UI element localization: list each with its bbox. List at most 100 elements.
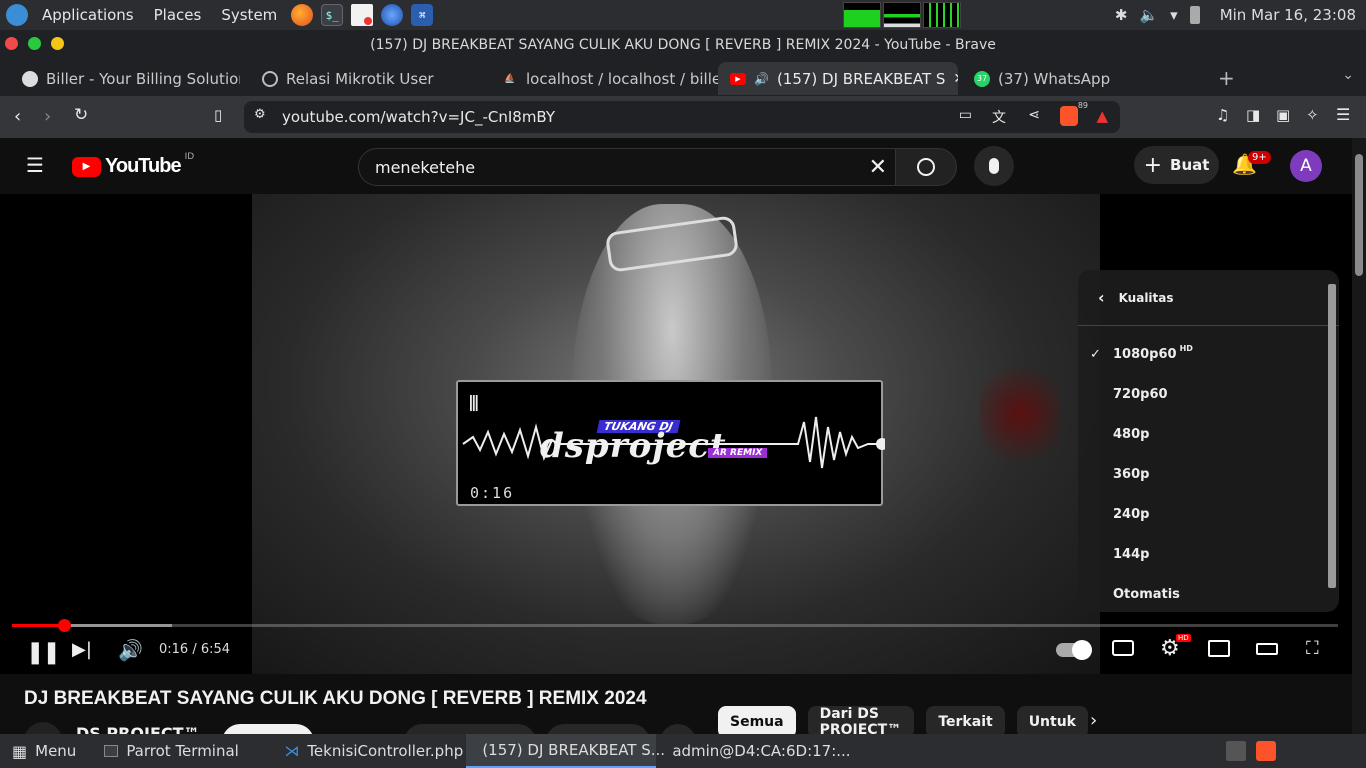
hd-tag: HD — [1179, 343, 1193, 353]
subtitles-button[interactable] — [1112, 640, 1134, 656]
clear-search-icon[interactable]: ✕ — [869, 155, 887, 180]
whatsapp-favicon-icon: 37 — [974, 70, 990, 87]
quality-option-480p[interactable]: 480p — [1078, 414, 1339, 454]
overlay-brand: dsproject — [540, 426, 727, 466]
media-icon[interactable]: ♫ — [1216, 106, 1229, 124]
network-browser-icon[interactable] — [381, 4, 404, 26]
maximize-window-button[interactable] — [28, 37, 41, 50]
brave-tray-icon[interactable] — [1256, 741, 1276, 761]
video-red-light-shape — [980, 354, 1060, 474]
volume-button[interactable]: 🔊 — [118, 638, 143, 662]
system-menu[interactable]: System — [221, 6, 277, 24]
browser-toolbar: ‹ › ↻ ▯ ⚙ youtube.com/watch?v=JC_-CnI8mB… — [0, 96, 1366, 138]
text-editor-icon[interactable] — [351, 4, 374, 26]
brave-shields-icon[interactable] — [1060, 106, 1078, 126]
played-bar — [12, 624, 64, 627]
tab-whatsapp[interactable]: 37 (37) WhatsApp — [958, 62, 1198, 95]
parrot-logo-icon[interactable] — [6, 4, 28, 26]
miniplayer-button[interactable] — [1208, 640, 1230, 657]
fullscreen-button[interactable]: ⛶ — [1306, 638, 1319, 659]
quality-menu-scrollbar[interactable] — [1328, 284, 1336, 588]
task-vscode[interactable]: ⋊ TeknisiController.php ... — [276, 734, 482, 768]
brave-rewards-icon[interactable]: ▲ — [1096, 107, 1108, 125]
create-button[interactable]: + Buat — [1134, 146, 1219, 184]
task-label: TeknisiController.php ... — [307, 742, 483, 760]
network-graph-icon — [923, 2, 962, 28]
cpu-graph-icon — [843, 2, 882, 28]
quality-option-auto[interactable]: Otomatis — [1078, 574, 1339, 614]
applications-menu[interactable]: Applications — [42, 6, 134, 24]
tab-relasi-mikrotik[interactable]: Relasi Mikrotik User — [240, 62, 480, 95]
close-window-button[interactable] — [5, 37, 18, 50]
task-terminal[interactable]: Parrot Terminal — [96, 734, 276, 768]
firefox-icon[interactable] — [291, 4, 314, 26]
archive-tray-icon[interactable] — [1226, 741, 1246, 761]
start-menu-button[interactable]: ▦ Menu — [0, 734, 84, 768]
back-chevron-icon[interactable]: ‹ — [1098, 288, 1105, 307]
theater-mode-button[interactable] — [1256, 643, 1278, 655]
search-input[interactable]: meneketehe ✕ — [358, 148, 896, 186]
tab-list-chevron-icon[interactable]: ⌄ — [1342, 67, 1354, 83]
quality-option-240p[interactable]: 240p — [1078, 494, 1339, 534]
translate-icon[interactable]: 文 — [992, 107, 1006, 127]
search-button[interactable] — [895, 148, 957, 186]
quality-option-label: 480p — [1113, 426, 1150, 442]
autoplay-toggle-knob — [1072, 640, 1092, 660]
quality-option-144p[interactable]: 144p — [1078, 534, 1339, 574]
battery-icon[interactable] — [1189, 6, 1200, 24]
sidebar-icon[interactable]: ◨ — [1246, 106, 1260, 124]
back-button[interactable]: ‹ — [14, 106, 21, 127]
address-bar[interactable]: ⚙ youtube.com/watch?v=JC_-CnI8mBY ▭ 文 ⋖ … — [244, 101, 1120, 133]
clock[interactable]: Min Mar 16, 23:08 — [1220, 6, 1356, 24]
overlay-brand-sub: AR REMIX — [708, 448, 768, 458]
tab-biller[interactable]: Biller - Your Billing Solution — [0, 62, 240, 95]
autoplay-toggle[interactable] — [1056, 640, 1092, 660]
tab-phpmyadmin[interactable]: ⛵ localhost / localhost / biller / — [480, 62, 718, 95]
site-info-icon[interactable]: ⚙ — [254, 107, 266, 122]
volume-icon[interactable]: 🔈 — [1139, 6, 1158, 24]
window-titlebar: (157) DJ BREAKBEAT SAYANG CULIK AKU DONG… — [0, 30, 1366, 59]
bluetooth-icon[interactable]: ✱ — [1115, 6, 1128, 24]
youtube-logo[interactable]: ▶ YouTube ID — [72, 152, 194, 178]
places-menu[interactable]: Places — [154, 6, 202, 24]
chips-next-chevron-icon[interactable]: › — [1090, 710, 1097, 731]
new-tab-button[interactable]: + — [1218, 66, 1235, 90]
audio-playing-icon[interactable]: 🔊 — [754, 72, 769, 86]
task-brave[interactable]: (157) DJ BREAKBEAT S... — [466, 734, 665, 768]
quality-option-360p[interactable]: 360p — [1078, 454, 1339, 494]
share-icon[interactable]: ⋖ — [1028, 107, 1040, 123]
wifi-icon[interactable]: ▾ — [1170, 6, 1178, 24]
pause-button[interactable]: ❚❚ — [26, 640, 61, 665]
globe-favicon-icon — [262, 70, 278, 87]
terminal-task-icon — [104, 745, 119, 757]
scrubber-handle[interactable] — [57, 619, 71, 632]
terminal-icon[interactable]: $_ — [321, 4, 344, 26]
player-controls: ❚❚ ▶| 🔊 0:16 / 6:54 ⚙ HD ⛶ — [0, 619, 1352, 674]
avatar[interactable]: A — [1290, 150, 1322, 182]
reload-button[interactable]: ↻ — [74, 105, 88, 125]
progress-bar[interactable] — [12, 619, 1338, 632]
tab-youtube[interactable]: ▶ 🔊 (157) DJ BREAKBEAT S ✕ — [718, 62, 958, 95]
task-winbox[interactable]: admin@D4:CA:6D:17:... — [656, 734, 850, 768]
cast-icon[interactable]: ▭ — [959, 107, 972, 123]
bookmark-icon[interactable]: ▯ — [214, 106, 222, 124]
scrollbar-thumb[interactable] — [1355, 154, 1363, 276]
page-scrollbar[interactable] — [1352, 138, 1366, 734]
voice-search-button[interactable] — [974, 146, 1014, 186]
microphone-icon — [989, 158, 999, 174]
quality-option-720p60[interactable]: 720p60 — [1078, 374, 1339, 414]
url-text[interactable]: youtube.com/watch?v=JC_-CnI8mBY — [282, 108, 555, 126]
main-menu-icon[interactable]: ☰ — [1336, 105, 1350, 124]
vscode-icon[interactable]: ⌘ — [411, 4, 434, 26]
leo-ai-icon[interactable]: ✧ — [1306, 106, 1319, 124]
next-button[interactable]: ▶| — [72, 639, 92, 660]
quality-menu-header[interactable]: ‹ Kualitas — [1078, 270, 1339, 326]
guide-menu-icon[interactable]: ☰ — [26, 153, 44, 177]
quality-option-1080p60[interactable]: ✓ 1080p60 HD — [1078, 334, 1339, 374]
audio-visualizer-overlay: ||| TUKANG DJ dsproject AR REMIX 0:16 — [456, 380, 885, 506]
search-query[interactable]: meneketehe — [375, 158, 475, 177]
minimize-window-button[interactable] — [51, 37, 64, 50]
wallet-icon[interactable]: ▣ — [1276, 106, 1290, 124]
forward-button[interactable]: › — [44, 106, 51, 127]
notifications-button[interactable]: 🔔 9+ — [1232, 151, 1271, 182]
